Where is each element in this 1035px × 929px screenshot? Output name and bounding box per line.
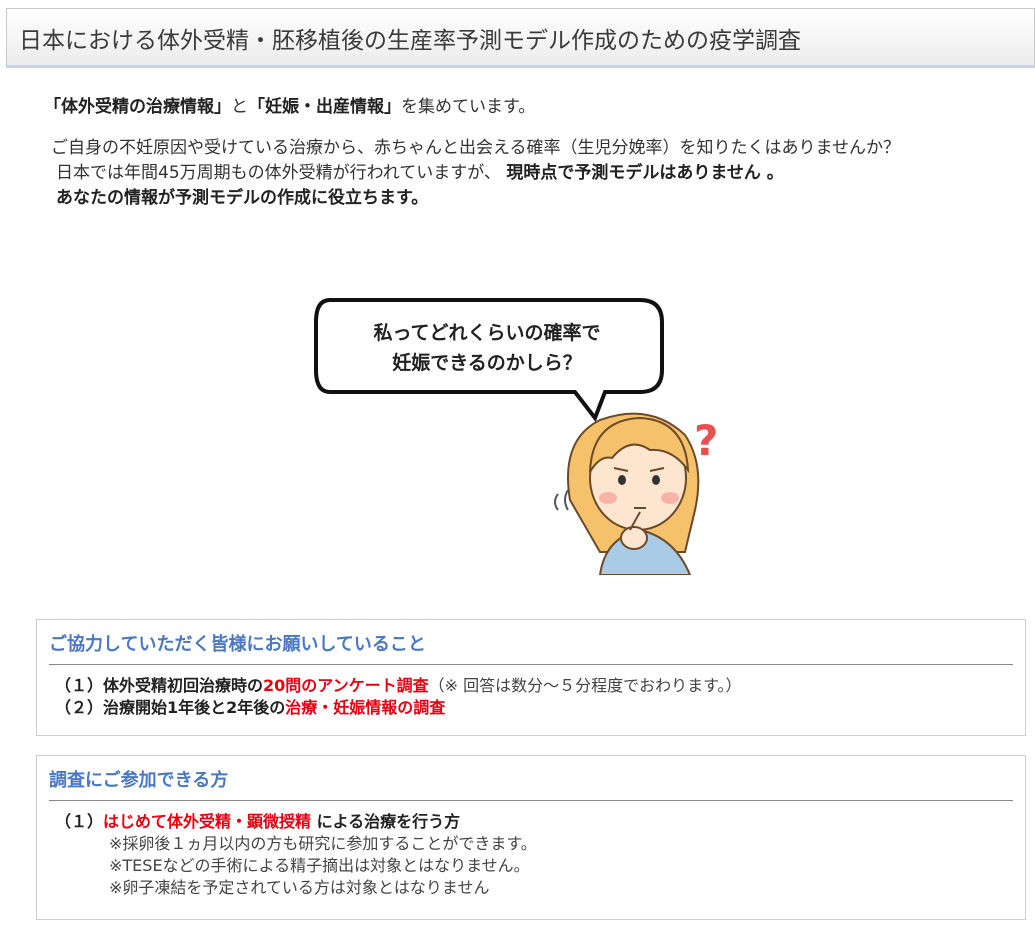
- request-item-2-prefix: （２）治療開始1年後と2年後の: [55, 698, 286, 717]
- request-item-1-highlight: 20問のアンケート調査: [263, 676, 429, 695]
- worry-lines: [564, 489, 569, 511]
- left-cheek: [599, 492, 617, 504]
- eligibility-item-highlight: はじめて体外受精・顕微授精: [103, 812, 312, 831]
- intro-para2-bold: 現時点で予測モデルはありません 。: [506, 163, 784, 183]
- request-list: （１）体外受精初回治療時の20問のアンケート調査（※ 回答は数分～５分程度でおわ…: [37, 665, 1025, 719]
- right-cheek: [661, 492, 679, 504]
- request-box-heading: ご協力していただく皆様にお願いしていること: [49, 630, 1013, 665]
- page-title: 日本における体外受精・胚移植後の生産率予測モデル作成のための疫学調査: [19, 28, 801, 54]
- question-mark-icon: ?: [694, 416, 719, 465]
- request-item-1-note: （※ 回答は数分～５分程度でおわります。）: [428, 676, 742, 695]
- eligibility-item-prefix: （１）: [55, 812, 104, 831]
- request-item-2-highlight: 治療・妊娠情報の調査: [285, 698, 446, 717]
- left-eye: [618, 475, 626, 485]
- intro-para2-text: 日本では年間45万周期もの体外受精が行われていますが、: [56, 163, 501, 183]
- intro-collect: を集めています。: [401, 97, 536, 117]
- intro-para3-bold: あなたの情報が予測モデルの作成に役立ちます。: [56, 188, 429, 208]
- intro-lead: 「体外受精の治療情報」と「妊娠・出産情報」を集めています。: [44, 95, 1004, 120]
- request-box: ご協力していただく皆様にお願いしていること （１）体外受精初回治療時の20問のア…: [36, 619, 1026, 736]
- request-item-2: （２）治療開始1年後と2年後の治療・妊娠情報の調査: [55, 697, 1025, 719]
- intro-section: 「体外受精の治療情報」と「妊娠・出産情報」を集めています。 ご自身の不妊原因や受…: [34, 95, 1004, 211]
- eligibility-note-1: ※採卵後１ヵ月以内の方も研究に参加することができます。: [109, 834, 537, 853]
- intro-quote-pregnancy: 「妊娠・出産情報」: [248, 97, 401, 117]
- speech-bubble-text: 私ってどれくらいの確率で 妊娠できるのかしら？: [328, 318, 646, 378]
- right-eye: [652, 475, 660, 485]
- request-item-1-prefix: （１）体外受精初回治療時の: [55, 676, 264, 695]
- eligibility-box: 調査にご参加できる方 （１）はじめて体外受精・顕微授精 による治療を行う方 ※採…: [36, 755, 1026, 920]
- bubble-line-1: 私ってどれくらいの確率で: [373, 322, 601, 344]
- eligibility-item-1: （１）はじめて体外受精・顕微授精 による治療を行う方: [55, 811, 1025, 833]
- intro-paragraph-2: 日本では年間45万周期もの体外受精が行われていますが、 現時点で予測モデルはあり…: [56, 161, 1004, 186]
- intro-to: と: [231, 97, 248, 117]
- hand: [620, 526, 648, 550]
- intro-paragraph-1: ご自身の不妊原因や受けている治療から、赤ちゃんと出会える確率（生児分娩率）を知り…: [34, 138, 900, 158]
- page-title-bar: 日本における体外受精・胚移植後の生産率予測モデル作成のための疫学調査: [6, 8, 1035, 68]
- eligibility-note-2: ※TESEなどの手術による精子摘出は対象とはなりません。: [109, 856, 530, 875]
- eligibility-note-3: ※卵子凍結を予定されている方は対象とはなりません: [109, 878, 490, 897]
- eligibility-box-heading: 調査にご参加できる方: [49, 766, 1013, 801]
- eligibility-item-suffix: による治療を行う方: [311, 812, 461, 831]
- eligibility-list: （１）はじめて体外受精・顕微授精 による治療を行う方 ※採卵後１ヵ月以内の方も研…: [37, 801, 1025, 899]
- intro-paragraph-3: あなたの情報が予測モデルの作成に役立ちます。: [56, 186, 1004, 211]
- bubble-line-2: 妊娠できるのかしら？: [392, 352, 582, 374]
- request-item-1: （１）体外受精初回治療時の20問のアンケート調査（※ 回答は数分～５分程度でおわ…: [55, 675, 1025, 697]
- intro-quote-treatment: 「体外受精の治療情報」: [44, 97, 231, 117]
- worried-woman-illustration: 私ってどれくらいの確率で 妊娠できるのかしら？ ?: [300, 290, 740, 576]
